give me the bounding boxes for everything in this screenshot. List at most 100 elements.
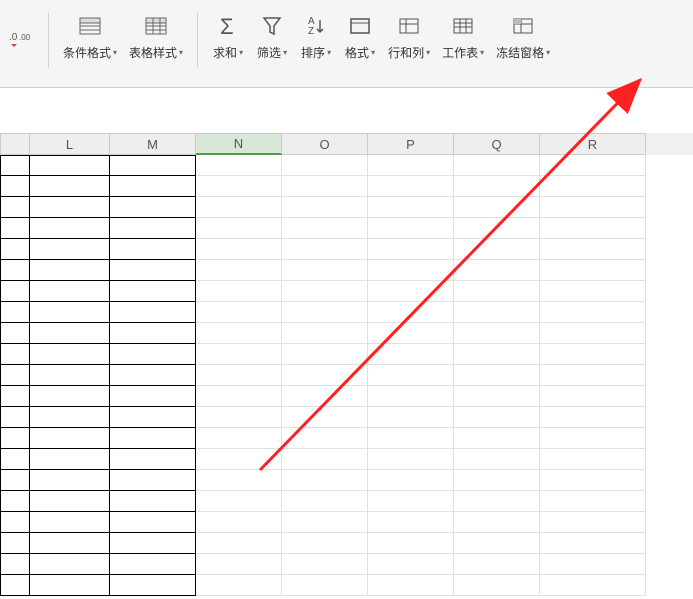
cell[interactable] — [540, 491, 646, 512]
cell[interactable] — [454, 512, 540, 533]
cell[interactable] — [282, 302, 368, 323]
cell[interactable] — [454, 491, 540, 512]
cell[interactable] — [454, 281, 540, 302]
cell[interactable] — [540, 260, 646, 281]
cell[interactable] — [30, 449, 110, 470]
cell[interactable] — [282, 344, 368, 365]
cell[interactable] — [0, 554, 30, 575]
cell[interactable] — [540, 407, 646, 428]
column-header[interactable]: P — [368, 133, 454, 155]
cell[interactable] — [0, 260, 30, 281]
column-header[interactable]: L — [30, 133, 110, 155]
cell[interactable] — [368, 365, 454, 386]
cell[interactable] — [368, 239, 454, 260]
cell[interactable] — [540, 386, 646, 407]
cell[interactable] — [30, 197, 110, 218]
cell[interactable] — [540, 449, 646, 470]
cell[interactable] — [110, 176, 196, 197]
cell[interactable] — [196, 344, 282, 365]
cell[interactable] — [196, 302, 282, 323]
cell[interactable] — [454, 533, 540, 554]
cell[interactable] — [196, 407, 282, 428]
cell[interactable] — [196, 428, 282, 449]
cell[interactable] — [30, 386, 110, 407]
cell[interactable] — [30, 554, 110, 575]
cell[interactable] — [368, 470, 454, 491]
cell[interactable] — [0, 176, 30, 197]
cell[interactable] — [196, 365, 282, 386]
cell[interactable] — [110, 323, 196, 344]
cell[interactable] — [540, 512, 646, 533]
cell[interactable] — [0, 302, 30, 323]
cell[interactable] — [0, 512, 30, 533]
cell[interactable] — [368, 176, 454, 197]
cell[interactable] — [110, 365, 196, 386]
cell[interactable] — [196, 323, 282, 344]
cell[interactable] — [282, 260, 368, 281]
cell[interactable] — [30, 302, 110, 323]
cell[interactable] — [110, 470, 196, 491]
cell[interactable] — [540, 155, 646, 176]
cell[interactable] — [540, 533, 646, 554]
cell[interactable] — [0, 218, 30, 239]
cell[interactable] — [282, 533, 368, 554]
cell[interactable] — [30, 281, 110, 302]
cell[interactable] — [0, 365, 30, 386]
cell[interactable] — [454, 155, 540, 176]
column-header[interactable] — [0, 133, 30, 155]
cell[interactable] — [282, 155, 368, 176]
cell[interactable] — [282, 554, 368, 575]
cell[interactable] — [30, 260, 110, 281]
cell[interactable] — [540, 218, 646, 239]
cell[interactable] — [196, 260, 282, 281]
cell[interactable] — [282, 239, 368, 260]
cell[interactable] — [368, 554, 454, 575]
cell[interactable] — [196, 239, 282, 260]
cell[interactable] — [196, 197, 282, 218]
cell[interactable] — [110, 260, 196, 281]
cell[interactable] — [196, 491, 282, 512]
cell[interactable] — [282, 449, 368, 470]
cell[interactable] — [282, 281, 368, 302]
cell[interactable] — [30, 512, 110, 533]
cell[interactable] — [454, 449, 540, 470]
cell[interactable] — [196, 176, 282, 197]
cell[interactable] — [540, 176, 646, 197]
cell[interactable] — [110, 239, 196, 260]
sort-button[interactable]: A Z 排序 ▾ — [294, 8, 338, 73]
cell[interactable] — [0, 533, 30, 554]
cell[interactable] — [368, 155, 454, 176]
cell[interactable] — [282, 218, 368, 239]
decrease-decimal-button[interactable]: .0 .00 — [4, 24, 34, 52]
cell[interactable] — [110, 344, 196, 365]
cell[interactable] — [282, 428, 368, 449]
cell[interactable] — [540, 302, 646, 323]
cell[interactable] — [368, 512, 454, 533]
cell[interactable] — [540, 344, 646, 365]
cell[interactable] — [30, 407, 110, 428]
cell[interactable] — [110, 218, 196, 239]
freeze-panes-button[interactable]: 冻结窗格 ▾ — [490, 8, 556, 73]
cell[interactable] — [110, 407, 196, 428]
cell[interactable] — [30, 428, 110, 449]
cell[interactable] — [30, 239, 110, 260]
cell[interactable] — [282, 407, 368, 428]
cell[interactable] — [540, 575, 646, 596]
cell[interactable] — [110, 302, 196, 323]
cell[interactable] — [540, 428, 646, 449]
cell[interactable] — [454, 218, 540, 239]
cell[interactable] — [30, 155, 110, 176]
cell[interactable] — [368, 575, 454, 596]
cell[interactable] — [0, 386, 30, 407]
cell[interactable] — [540, 323, 646, 344]
cell[interactable] — [282, 323, 368, 344]
cell[interactable] — [110, 386, 196, 407]
cell[interactable] — [196, 281, 282, 302]
cell[interactable] — [110, 449, 196, 470]
cell[interactable] — [0, 449, 30, 470]
cell[interactable] — [282, 365, 368, 386]
cell[interactable] — [282, 575, 368, 596]
cell[interactable] — [196, 470, 282, 491]
worksheet-button[interactable]: 工作表 ▾ — [436, 8, 490, 73]
cell[interactable] — [540, 470, 646, 491]
